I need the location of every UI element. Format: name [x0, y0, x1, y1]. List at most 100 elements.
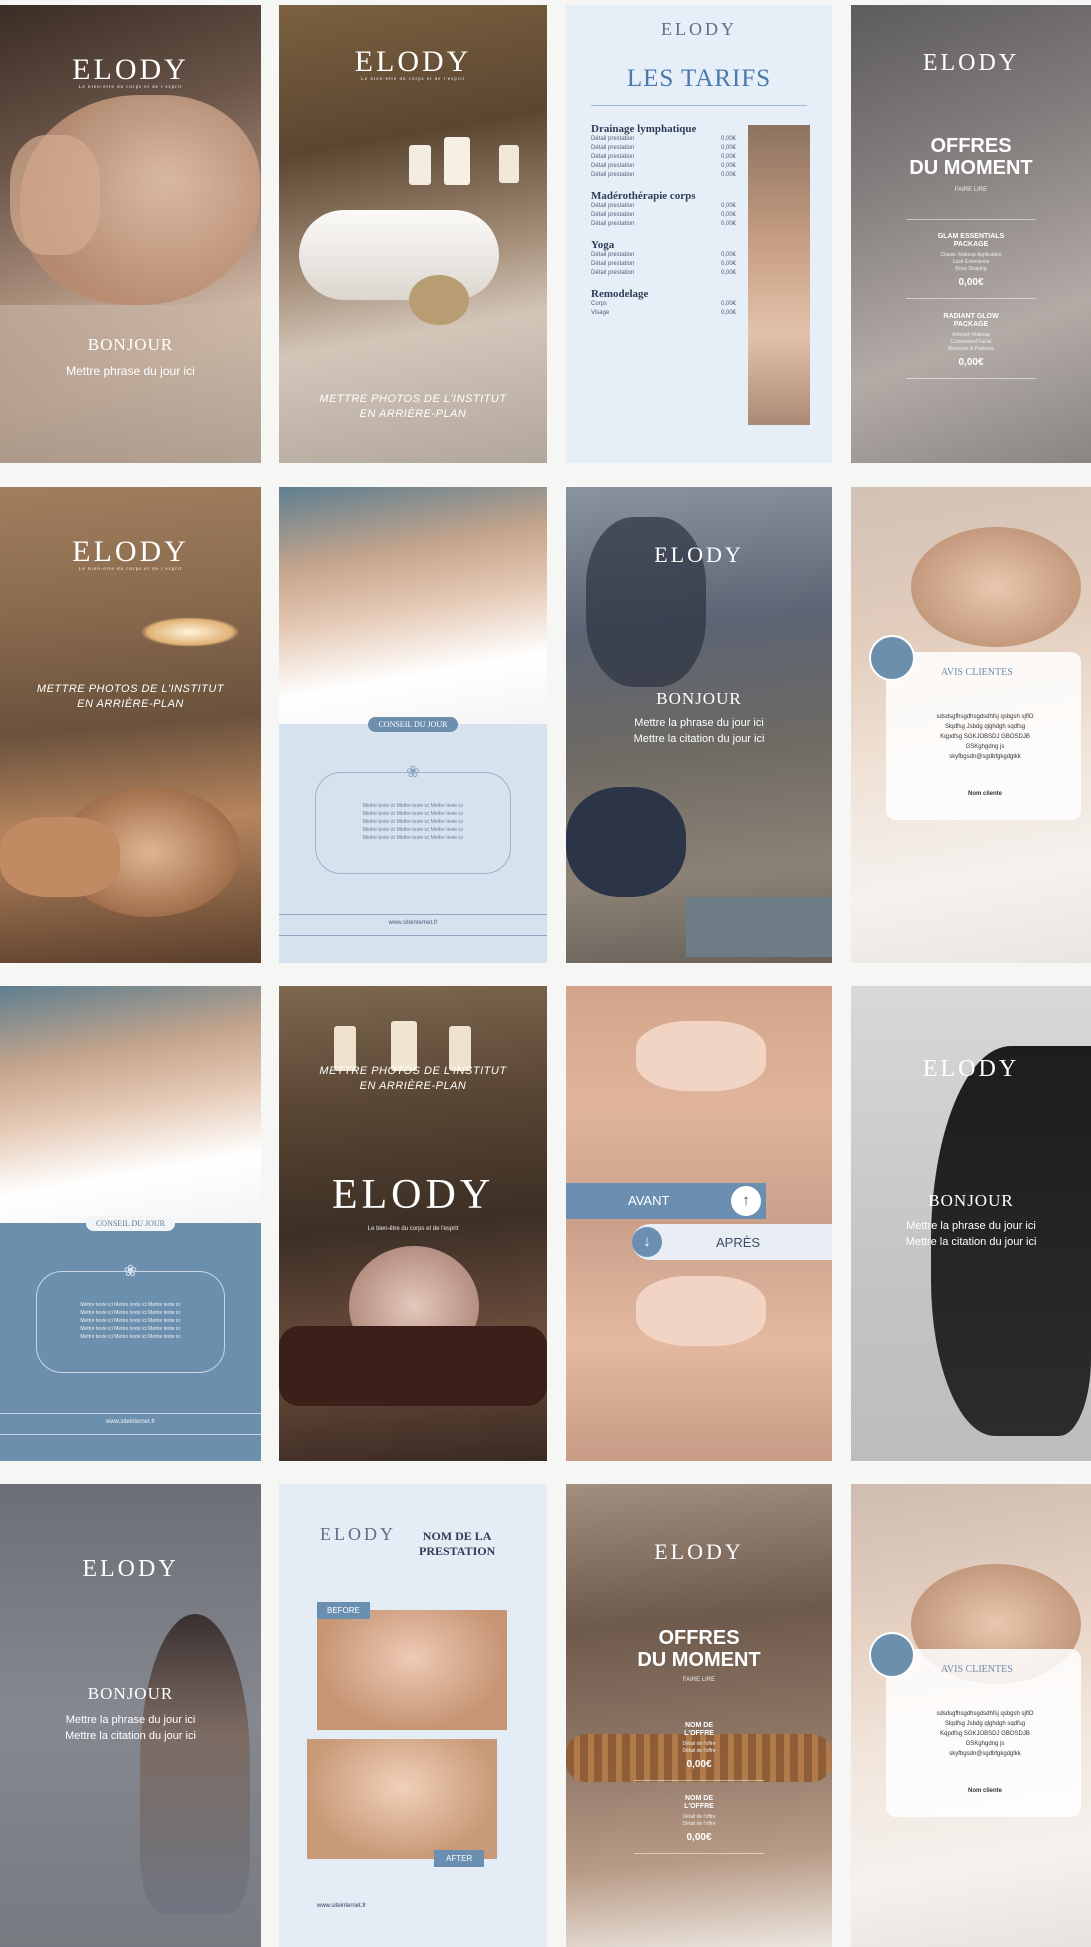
- tarif-row: Détail prestation 0,00€: [591, 220, 736, 229]
- daily-phrase: Mettre phrase du jour ici: [66, 364, 195, 378]
- daily-phrase: Mettre la phrase du jour ici Mettre la c…: [905, 1220, 1037, 1248]
- post-tile-bonjour-yoga[interactable]: ELODY BONJOUR Mettre la phrase du jour i…: [566, 487, 832, 963]
- client-name: Nom cliente: [967, 1788, 1002, 1794]
- offer-price: 0,00€: [686, 1832, 712, 1843]
- logo-text: ELODY: [661, 19, 737, 39]
- divider: [634, 1780, 764, 1781]
- logo-text: ELODY: [922, 1056, 1020, 1082]
- badge-label: CONSEIL DU JOUR: [85, 1216, 176, 1231]
- tarif-label: Détail prestation: [591, 136, 635, 142]
- greeting: BONJOUR: [87, 335, 174, 354]
- tarif-row: Détail prestation 0,00€: [591, 162, 736, 171]
- post-tile-logo[interactable]: METTRE PHOTOS DE L'INSTITUT EN ARRIÈRE-P…: [279, 986, 547, 1461]
- offer-name: GLAM ESSENTIALS PACKAGE: [937, 233, 1005, 248]
- tarif-price: 0,00€: [720, 270, 736, 276]
- brand-logo: ELODY: [566, 1539, 832, 1565]
- post-tile-photo-placeholder[interactable]: ELODY Le bien-être du corps et de l'espr…: [0, 487, 261, 963]
- post-tile-conseil-light[interactable]: CONSEIL DU JOUR ❀ Mettre texte ici Mettr…: [279, 487, 547, 963]
- tarif-price: 0,00€: [720, 212, 736, 218]
- tarif-label: Détail prestation: [591, 154, 635, 160]
- offer-price: 0,00€: [958, 357, 984, 368]
- post-tile-photo-placeholder[interactable]: ELODY Le bien-être du corps et de l'espr…: [279, 5, 547, 463]
- after-label: AFTER: [434, 1850, 485, 1867]
- logo-tagline: Le bien-être du corps et de l'esprit: [360, 77, 466, 82]
- post-tile-avis-2[interactable]: AVIS CLIENTES sdsdsgfhsgdhsgdsdhfsj qsbg…: [851, 1484, 1091, 1947]
- divider: [591, 105, 807, 106]
- post-tile-tarifs[interactable]: ELODY LES TARIFS Drainage lymphatique Dét…: [566, 5, 832, 463]
- logo-tagline: Le bien-être du corps et de l'esprit: [78, 85, 183, 90]
- website-link[interactable]: www.siteinternet.fr: [317, 1903, 366, 1909]
- brand-logo: ELODY Le bien-être du corps et de l'espr…: [0, 53, 261, 90]
- post-tile-avis[interactable]: AVIS CLIENTES sdsdsgfhsgdhsgdsdhfsj qsbg…: [851, 487, 1091, 963]
- tarif-label: Détail prestation: [591, 221, 635, 227]
- after-label: APRÈS: [716, 1235, 761, 1250]
- brand-logo: ELODY: [566, 542, 832, 568]
- post-tile-offres[interactable]: ELODY OFFRES DU MOMENT FAIRE LIRE GLAM E…: [851, 5, 1091, 463]
- website-link[interactable]: www.siteinternet.fr: [0, 1419, 261, 1425]
- offer-details: Détail de l'offre Détail de l'offre: [682, 1814, 716, 1827]
- divider: [906, 219, 1036, 220]
- post-tile-prestation[interactable]: ELODY NOM DE LA PRESTATION BEFORE AFTER …: [279, 1484, 547, 1947]
- yoga-mat: [686, 897, 832, 957]
- offer-name: RADIANT GLOW PACKAGE: [943, 313, 999, 328]
- tarif-row: Détail prestation 0,00€: [591, 135, 736, 144]
- photo-towel: [0, 305, 261, 463]
- offer-details: Classic Makeup Application Lash Extensio…: [940, 252, 1002, 272]
- logo-tagline: Le bien-être du corps et de l'esprit: [78, 567, 183, 572]
- post-tile-offres-2[interactable]: ELODY OFFRES DU MOMENT FAIRE LIRE NOM DE…: [566, 1484, 832, 1947]
- tarif-row: Détail prestation 0,00€: [591, 251, 736, 260]
- conseil-badge: CONSEIL DU JOUR: [0, 1213, 261, 1231]
- tarif-row: Corps 0,00€: [591, 300, 736, 309]
- divider: [906, 298, 1036, 299]
- logo-text: ELODY: [72, 53, 189, 86]
- post-tile-bonjour-back[interactable]: ELODY BONJOUR Mettre la phrase du jour i…: [0, 1484, 261, 1947]
- after-photo: [307, 1739, 497, 1859]
- tarif-label: Détail prestation: [591, 203, 635, 209]
- logo-text: ELODY: [654, 1539, 744, 1564]
- candle-icon: [444, 137, 470, 185]
- tarif-label: Détail prestation: [591, 252, 635, 258]
- post-tile-bonjour-facial[interactable]: ELODY Le bien-être du corps et de l'espr…: [0, 5, 261, 463]
- tarif-price: 0,00€: [720, 136, 736, 142]
- arrow-up-icon: ↑: [731, 1186, 761, 1216]
- tarif-row: Détail prestation 0,00€: [591, 171, 736, 180]
- tarif-section-title: Drainage lymphatique: [591, 123, 697, 135]
- tarif-label: Visage: [591, 310, 610, 316]
- offer-item: RADIANT GLOW PACKAGE Airbrush Makeup Cust…: [851, 313, 1091, 379]
- tarifs-list: Drainage lymphatique Détail prestation 0,0…: [591, 113, 736, 318]
- tarif-row: Détail prestation 0,00€: [591, 269, 736, 278]
- woman-back: [140, 1614, 250, 1914]
- post-tile-conseil-blue[interactable]: CONSEIL DU JOUR ❀ Mettre texte ici Mettr…: [0, 986, 261, 1461]
- greeting: BONJOUR: [87, 1684, 174, 1703]
- tarif-price: 0,00€: [720, 301, 736, 307]
- website-link[interactable]: www.siteinternet.fr: [279, 920, 547, 926]
- post-tile-bonjour-silhouette[interactable]: ELODY BONJOUR Mettre la phrase du jour i…: [851, 986, 1091, 1461]
- tarif-price: 0,00€: [720, 203, 736, 209]
- brand-logo: ELODY: [0, 1556, 261, 1583]
- divider: [0, 1434, 261, 1435]
- logo-text: ELODY: [320, 1524, 396, 1544]
- offer-name: NOM DE L'OFFRE: [684, 1722, 714, 1737]
- hand-bottom: [636, 1276, 766, 1346]
- brand-logo: ELODY Le bien-être du corps et de l'espr…: [279, 45, 547, 82]
- offres-title: OFFRES DU MOMENT: [637, 1627, 761, 1671]
- tarif-row: Détail prestation 0,00€: [591, 202, 736, 211]
- logo-text: ELODY: [331, 1172, 495, 1218]
- divider: [634, 1853, 764, 1854]
- logo-text: ELODY: [354, 45, 472, 78]
- offers-list: GLAM ESSENTIALS PACKAGE Classic Makeup Ap…: [851, 233, 1091, 393]
- tarif-price: 0,00€: [720, 221, 736, 227]
- photo-placeholder-text: METTRE PHOTOS DE L'INSTITUT EN ARRIÈRE-P…: [319, 393, 507, 420]
- photo-placeholder-text: METTRE PHOTOS DE L'INSTITUT EN ARRIÈRE-P…: [319, 1065, 507, 1092]
- tarif-label: Détail prestation: [591, 145, 635, 151]
- post-tile-avant-apres[interactable]: AVANT ↑ ↓ APRÈS: [566, 986, 832, 1461]
- avatar: [869, 635, 915, 681]
- photo-hands: [10, 135, 100, 255]
- avatar: [869, 1632, 915, 1678]
- tarif-price: 0,00€: [720, 163, 736, 169]
- before-label: BEFORE: [317, 1602, 370, 1619]
- arrow-down-icon: ↓: [632, 1227, 662, 1257]
- photo-back-massage: [279, 487, 547, 724]
- tarif-row: Détail prestation 0,00€: [591, 211, 736, 220]
- tip-text: Mettre texte ici Mettre texte ici Mettre…: [362, 803, 464, 841]
